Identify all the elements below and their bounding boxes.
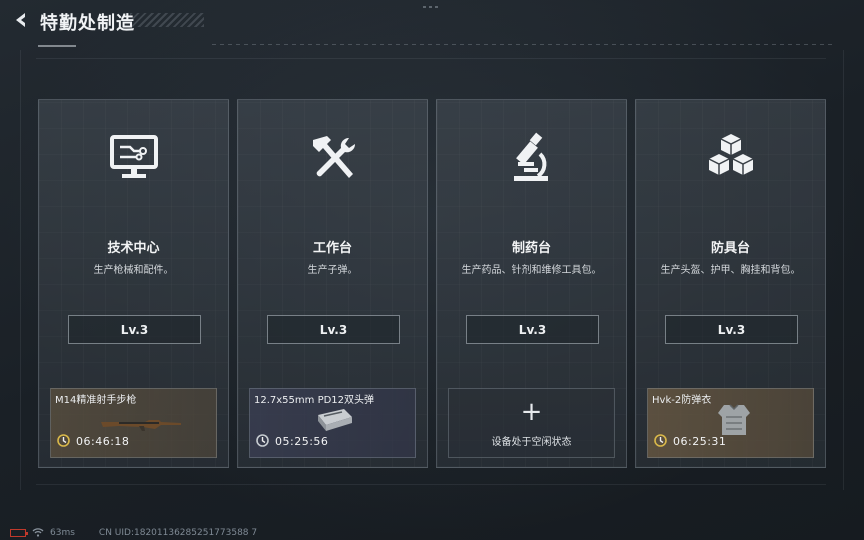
idle-status-text: 设备处于空闲状态 — [491, 437, 572, 448]
back-arrow-icon — [12, 11, 30, 33]
level-button[interactable]: Lv.3 — [68, 315, 201, 344]
slot-timer: 05:25:56 — [256, 432, 328, 451]
workshop-card-workbench[interactable]: 工作台 生产子弹。 Lv.3 12.7x55mm PD12双头弹 05:25:5… — [237, 99, 428, 468]
left-frame-line — [20, 50, 21, 490]
level-button[interactable]: Lv.3 — [466, 315, 599, 344]
slot-timer: 06:46:18 — [57, 432, 129, 451]
card-title: 工作台 — [312, 241, 352, 256]
card-title: 制药台 — [511, 241, 551, 256]
screen: 特勤处制造 技术中心 生产枪械和配件。 Lv.3 M14精准射手步枪 06:46… — [0, 0, 864, 540]
remaining-time: 06:46:18 — [76, 435, 130, 448]
divider-line — [36, 58, 826, 59]
level-button[interactable]: Lv.3 — [665, 315, 798, 344]
boxes-icon — [636, 130, 825, 186]
item-name: Hvk-2防弹衣 — [652, 395, 712, 406]
card-title: 技术中心 — [107, 241, 160, 256]
title-decoration — [130, 13, 204, 27]
timer-icon — [57, 432, 70, 451]
computer-icon — [39, 130, 228, 186]
remaining-time: 06:25:31 — [673, 435, 727, 448]
timer-icon — [256, 432, 269, 451]
workshop-card-armor[interactable]: 防具台 生产头盔、护甲、胸挂和背包。 Lv.3 Hvk-2防弹衣 06:25:3… — [635, 99, 826, 468]
item-name: 12.7x55mm PD12双头弹 — [254, 395, 375, 406]
status-bar: 63ms CN UID:18201136285251773588 7 — [10, 527, 257, 539]
hammer-wrench-icon — [238, 130, 427, 186]
ping-value: 63ms — [50, 528, 75, 538]
item-name: M14精准射手步枪 — [55, 395, 137, 406]
production-slot[interactable]: M14精准射手步枪 06:46:18 — [50, 388, 217, 458]
card-title: 防具台 — [710, 241, 750, 256]
card-description: 生产药品、针剂和维修工具包。 — [461, 265, 602, 276]
card-description: 生产枪械和配件。 — [93, 265, 174, 276]
remaining-time: 05:25:56 — [275, 435, 329, 448]
production-slot[interactable]: 12.7x55mm PD12双头弹 05:25:56 — [249, 388, 416, 458]
user-uid: CN UID:18201136285251773588 7 — [98, 528, 258, 538]
timer-icon — [654, 432, 667, 451]
card-description: 生产子弹。 — [307, 265, 358, 276]
back-button[interactable] — [10, 11, 32, 33]
card-description: 生产头盔、护甲、胸挂和背包。 — [660, 265, 801, 276]
title-underline — [38, 45, 76, 47]
battery-icon — [10, 529, 28, 537]
add-icon: + — [520, 397, 543, 427]
level-button[interactable]: Lv.3 — [267, 315, 400, 344]
microscope-icon — [437, 130, 626, 186]
slot-timer: 06:25:31 — [654, 432, 726, 451]
top-decoration — [423, 6, 439, 8]
idle-slot[interactable]: + 设备处于空闲状态 — [448, 388, 615, 458]
workshop-card-tech-center[interactable]: 技术中心 生产枪械和配件。 Lv.3 M14精准射手步枪 06:46:18 — [38, 99, 229, 468]
production-slot[interactable]: Hvk-2防弹衣 06:25:31 — [647, 388, 814, 458]
bottom-frame-line — [36, 484, 826, 485]
header-rule — [212, 44, 832, 45]
wifi-icon — [32, 527, 44, 540]
header: 特勤处制造 — [10, 8, 135, 36]
right-frame-line — [843, 50, 844, 490]
workshop-card-pharmacy[interactable]: 制药台 生产药品、针剂和维修工具包。 Lv.3 + 设备处于空闲状态 — [436, 99, 627, 468]
page-title: 特勤处制造 — [40, 13, 135, 34]
